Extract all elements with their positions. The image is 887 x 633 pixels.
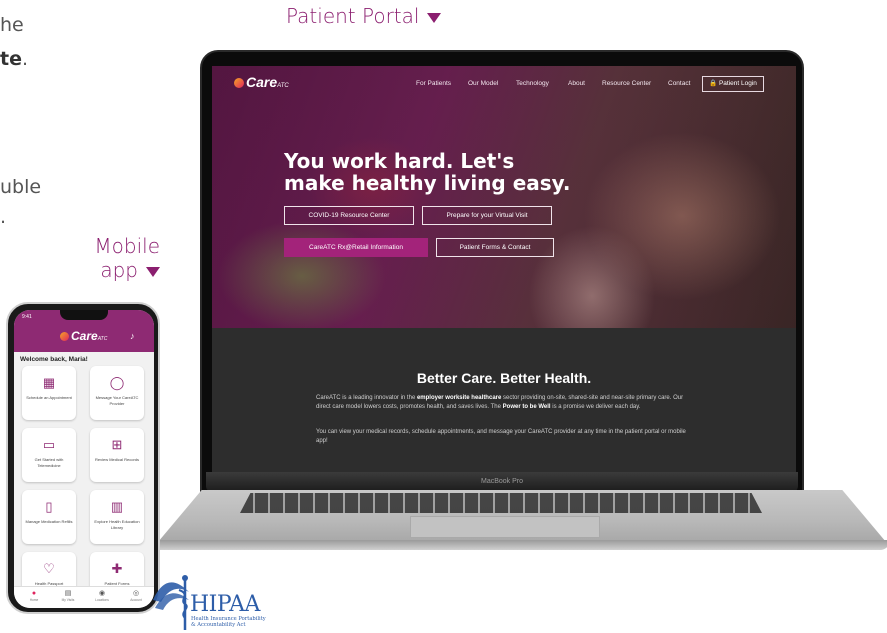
covid-resource-button[interactable]: COVID-19 Resource Center (284, 206, 414, 225)
site-nav: CareATC For Patients Our Model Technolog… (212, 72, 796, 94)
tab-home[interactable]: ● Home (20, 589, 48, 602)
app-logo: CareATC (60, 329, 107, 343)
tile-medication-refills[interactable]: ▯ Manage Medication Refills (22, 490, 76, 544)
site-logo[interactable]: CareATC (234, 74, 289, 90)
visits-icon: ▤ (64, 590, 72, 597)
phone-notch (60, 310, 108, 320)
tile-message-provider[interactable]: ◯ Message Your CareATC Provider (90, 366, 144, 420)
hero-headline: You work hard. Let's make healthy living… (284, 149, 571, 195)
tile-telemedicine[interactable]: ▭ Get Started with Telemedicine (22, 428, 76, 482)
clipboard-icon: ✚ (111, 561, 123, 576)
about-section: Better Care. Better Health. CareATC is a… (212, 328, 796, 472)
chat-icon: ◯ (109, 375, 125, 390)
library-icon: ▥ (110, 499, 124, 514)
nav-for-patients[interactable]: For Patients (416, 80, 451, 87)
tab-bar: ● Home ▤ My Visits ◉ Locations ◎ Account (14, 586, 154, 608)
hipaa-logo-text: HIPAA (190, 592, 260, 617)
logo-mark-icon (60, 332, 69, 341)
down-triangle-icon (427, 12, 442, 23)
laptop-brand-label: MacBook Pro (480, 478, 524, 485)
nav-our-model[interactable]: Our Model (468, 80, 498, 87)
laptop-keyboard (240, 493, 762, 513)
calendar-icon: ▦ (42, 375, 56, 390)
mobile-app-callout: Mobile app (94, 234, 160, 282)
welcome-message: Welcome back, Maria! (20, 356, 88, 363)
status-time: 9:41 (22, 314, 32, 320)
down-triangle-icon (146, 266, 160, 277)
tab-my-visits[interactable]: ▤ My Visits (54, 589, 82, 602)
rx-retail-button[interactable]: CareATC Rx@Retail Information (284, 238, 428, 257)
about-paragraph-2: You can view your medical records, sched… (316, 429, 686, 444)
medical-records-icon: ⊞ (111, 437, 123, 452)
tile-education-library[interactable]: ▥ Explore Health Education Library (90, 490, 144, 544)
nav-technology[interactable]: Technology (516, 80, 549, 87)
tile-medical-records[interactable]: ⊞ Review Medical Records (90, 428, 144, 482)
cropped-text-line-4: . (0, 206, 7, 228)
cropped-text-line-2: te. (0, 48, 29, 70)
nav-about[interactable]: About (568, 80, 585, 87)
telemedicine-icon: ▭ (42, 437, 56, 452)
heart-icon: ♡ (43, 561, 55, 576)
about-paragraph-1: CareATC is a leading innovator in the em… (316, 395, 684, 410)
location-icon: ◉ (98, 590, 106, 597)
hipaa-subtitle: Health Insurance Portability & Accountabi… (191, 616, 266, 628)
app-header: 9:41 CareATC ♪ (14, 310, 154, 352)
laptop-base-edge (150, 540, 887, 550)
about-title: Better Care. Better Health. (416, 370, 592, 386)
tile-schedule-appointment[interactable]: ▦ Schedule an Appointment (22, 366, 76, 420)
logo-mark-icon (234, 78, 244, 88)
laptop-trackpad (410, 516, 600, 538)
cropped-text-line-1: he (0, 14, 24, 36)
bell-icon[interactable]: ♪ (130, 331, 135, 341)
virtual-visit-button[interactable]: Prepare for your Virtual Visit (422, 206, 552, 225)
nav-resource-center[interactable]: Resource Center (602, 80, 651, 87)
tab-locations[interactable]: ◉ Locations (88, 589, 116, 602)
home-icon: ● (31, 590, 37, 597)
patient-login-button[interactable]: 🔒 Patient Login (702, 76, 764, 92)
patient-forms-button[interactable]: Patient Forms & Contact (436, 238, 554, 257)
phone-screen: 9:41 CareATC ♪ Welcome back, Maria! ▦ Sch… (14, 310, 154, 608)
patient-portal-callout: Patient Portal (286, 4, 442, 28)
nav-contact[interactable]: Contact (668, 80, 690, 87)
pill-bottle-icon: ▯ (45, 499, 53, 514)
hero-section: CareATC For Patients Our Model Technolog… (212, 66, 796, 328)
cropped-text-line-3: uble (0, 176, 42, 198)
laptop-screen: CareATC For Patients Our Model Technolog… (212, 66, 796, 472)
